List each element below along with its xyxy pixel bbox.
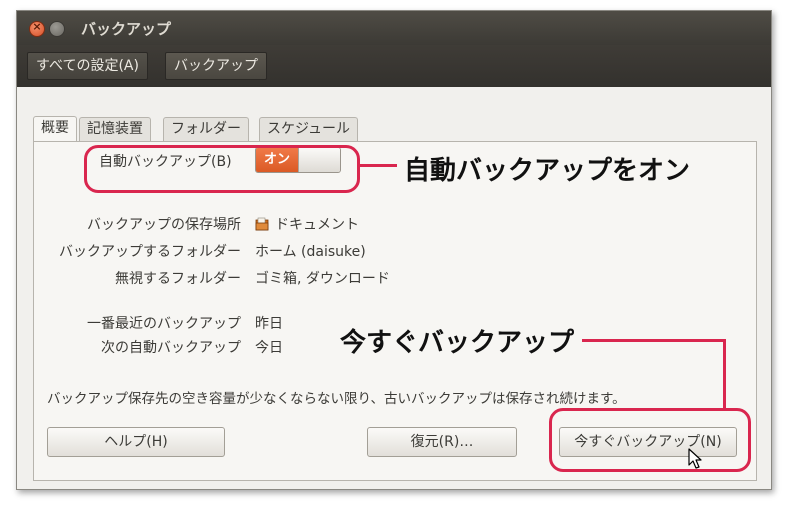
tab-folders[interactable]: フォルダー xyxy=(163,117,249,141)
tab-overview[interactable]: 概要 xyxy=(33,116,77,142)
minimize-icon[interactable] xyxy=(49,21,65,37)
all-settings-button[interactable]: すべての設定(A) xyxy=(27,52,148,80)
folder-icon xyxy=(255,217,269,231)
restore-button[interactable]: 復元(R)… xyxy=(367,427,517,457)
last-backup-value: 昨日 xyxy=(255,316,283,332)
help-button[interactable]: ヘルプ(H) xyxy=(47,427,225,457)
storage-location-label: バックアップの保存場所 xyxy=(87,217,241,233)
toolbar: すべての設定(A) バックアップ xyxy=(17,45,771,87)
last-backup-label: 一番最近のバックアップ xyxy=(87,316,241,332)
mouse-pointer-icon xyxy=(688,448,702,469)
next-backup-label: 次の自動バックアップ xyxy=(101,340,241,356)
folders-value: ホーム (daisuke) xyxy=(255,244,366,260)
next-backup-value: 今日 xyxy=(255,340,283,356)
title-bar: × バックアップ xyxy=(17,11,771,45)
auto-backup-switch[interactable]: オン xyxy=(255,147,341,173)
window-title: バックアップ xyxy=(81,20,172,38)
ignored-folders-label: 無視するフォルダー xyxy=(115,271,241,287)
annotation-auto-backup-on: 自動バックアップをオン xyxy=(404,156,691,186)
folders-label: バックアップするフォルダー xyxy=(59,244,241,260)
switch-on-label: オン xyxy=(256,148,298,172)
close-icon[interactable]: × xyxy=(29,20,45,37)
backup-window: × バックアップ すべての設定(A) バックアップ 概要 記憶装置 フォルダー … xyxy=(16,10,772,490)
storage-location-value: ドキュメント xyxy=(275,217,359,233)
annotation-backup-now: 今すぐバックアップ xyxy=(340,328,575,358)
auto-backup-label: 自動バックアップ(B) xyxy=(99,154,232,170)
breadcrumb-backup[interactable]: バックアップ xyxy=(165,52,267,80)
retention-note: バックアップ保存先の空き容量が少なくならない限り、古いバックアップは保存され続け… xyxy=(47,391,626,407)
backup-now-button[interactable]: 今すぐバックアップ(N) xyxy=(559,427,737,457)
switch-knob[interactable] xyxy=(298,148,340,172)
content-area: 概要 記憶装置 フォルダー スケジュール 自動バックアップ(B) オン バックア… xyxy=(17,87,771,489)
tab-storage[interactable]: 記憶装置 xyxy=(79,117,151,141)
tab-schedule[interactable]: スケジュール xyxy=(259,117,359,141)
ignored-folders-value: ゴミ箱, ダウンロード xyxy=(255,271,390,287)
